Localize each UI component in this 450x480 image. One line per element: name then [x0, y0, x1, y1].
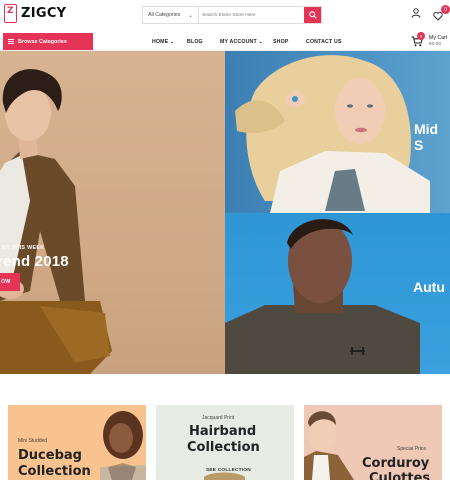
menu-icon — [8, 39, 14, 44]
promo-banner-corduroy[interactable]: Special Price Corduroy Culottes — [304, 405, 442, 480]
browse-categories-label: Browse Categories — [18, 38, 67, 45]
hero-subtitle: NY THIS WEEK — [2, 245, 45, 251]
search-category-select[interactable]: All Categories ⌄ — [143, 7, 199, 23]
promo-banner-hairband-image — [204, 472, 245, 480]
wishlist[interactable]: 0 — [433, 5, 450, 26]
search-button[interactable] — [304, 7, 321, 23]
promo-banner-ducebag[interactable]: Mini Studded Ducebag Collection — [8, 405, 146, 480]
logo-mark-icon — [4, 4, 17, 23]
promo-banner-corduroy-kicker: Special Price — [397, 446, 427, 452]
nav-item-blog[interactable]: BLOG — [187, 39, 203, 45]
nav-item-my-account[interactable]: MY ACCOUNT ⌄ — [220, 39, 263, 45]
header-icons: 0 — [411, 5, 450, 26]
promo-banner-ducebag-kicker: Mini Studded — [18, 438, 48, 444]
nav-item-home-label: HOME — [152, 39, 169, 45]
wishlist-count-badge: 0 — [441, 5, 450, 14]
hero-banner-bottom-right[interactable]: Autu — [225, 213, 450, 374]
nav-item-contact-us[interactable]: CONTACT US — [306, 39, 342, 45]
promo-banner-hairband[interactable]: Jacquard Print Hairband Collection SEE C… — [156, 405, 294, 480]
cart-label[interactable]: My Cart — [429, 35, 447, 41]
search-input[interactable]: Search Entire Store Here — [199, 7, 304, 23]
main-nav: Browse Categories HOME ⌄ BLOG MY ACCOUNT… — [0, 31, 450, 51]
chevron-down-icon: ⌄ — [170, 39, 175, 45]
nav-item-home[interactable]: HOME ⌄ — [152, 39, 175, 45]
nav-item-shop[interactable]: SHOP — [273, 39, 289, 45]
search-icon — [308, 11, 317, 19]
cart-price: €0.00 — [429, 42, 442, 47]
promo-banner-corduroy-title-line1: Corduroy — [362, 456, 430, 471]
promo-banner-corduroy-title-line2: Culottes — [369, 471, 431, 480]
search-category-value: All Categories — [148, 12, 181, 18]
cart-button[interactable]: 0 — [411, 32, 425, 52]
nav-item-my-account-label: MY ACCOUNT — [220, 39, 257, 45]
cart-count-badge: 0 — [417, 32, 425, 40]
promo-banner-ducebag-title-line2: Collection — [18, 464, 91, 479]
site-header: ZIGCY All Categories ⌄ Search Entire Sto… — [0, 0, 450, 30]
user-icon[interactable] — [411, 8, 421, 18]
chevron-down-icon: ⌄ — [258, 39, 264, 45]
hero-top-right-title: Mid S — [414, 121, 439, 153]
hero-banner-top-right[interactable]: Mid S — [225, 51, 450, 213]
hero-left-image — [0, 69, 112, 374]
page: { "header": { "logo_text": "ZIGCY", "sea… — [0, 0, 450, 480]
hero-shop-now-button[interactable]: OW — [0, 273, 20, 291]
chevron-down-icon: ⌄ — [187, 13, 193, 19]
search-bar: All Categories ⌄ Search Entire Store Her… — [142, 6, 322, 24]
hero-bottom-right-title: Autu — [413, 279, 445, 295]
hero-title: rend 2018 — [0, 253, 69, 270]
hero-slider[interactable]: NY THIS WEEK rend 2018 OW — [0, 51, 225, 374]
logo-text: ZIGCY — [21, 6, 67, 21]
promo-banner-ducebag-title-line1: Ducebag — [18, 448, 82, 463]
browse-categories-button[interactable]: Browse Categories — [3, 33, 93, 50]
logo[interactable]: ZIGCY — [4, 4, 66, 23]
